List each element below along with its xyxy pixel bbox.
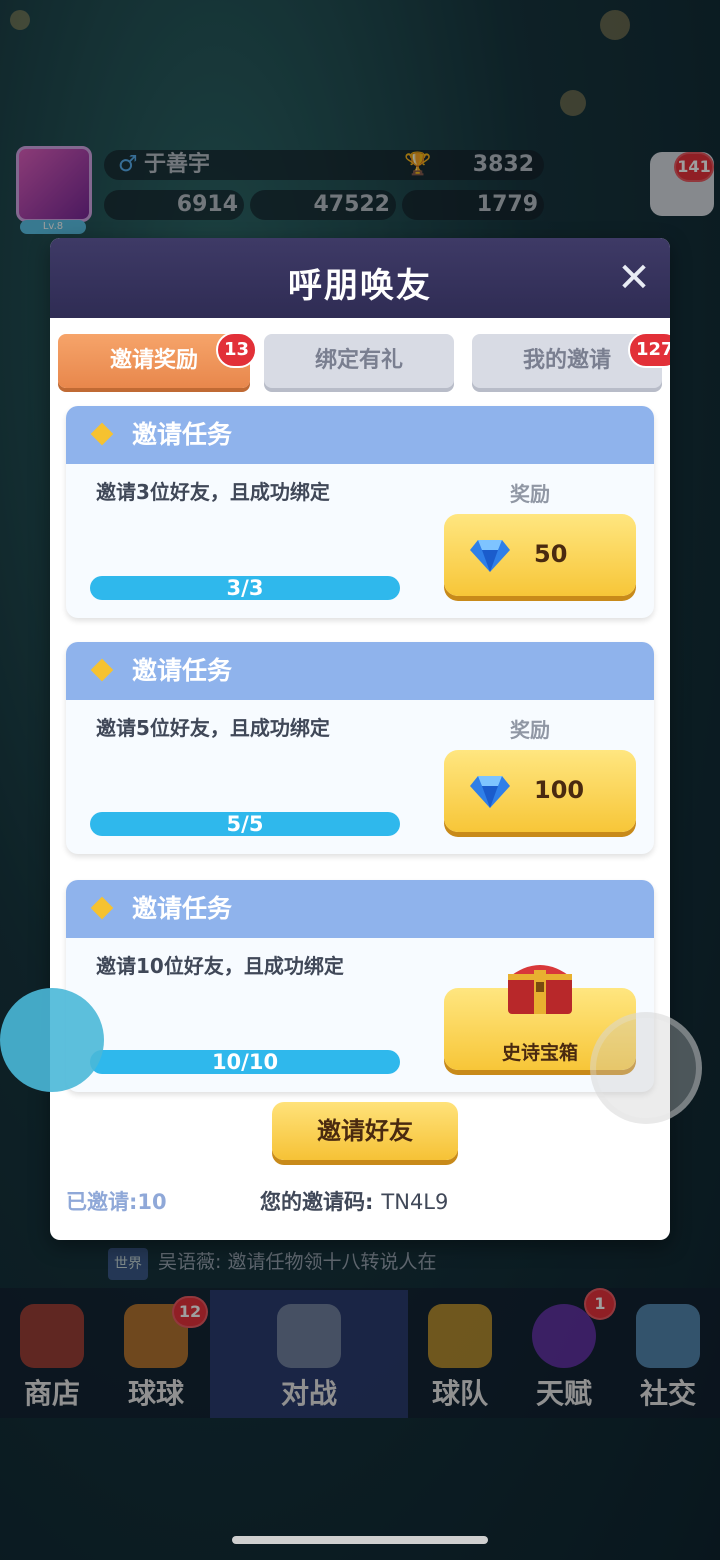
reward-label: 奖励 xyxy=(510,482,550,506)
task-description: 邀请5位好友，且成功绑定 xyxy=(96,716,330,740)
invite-code-value[interactable]: TN4L9 xyxy=(381,1190,448,1214)
task-title: 邀请任务 xyxy=(132,656,233,685)
task-progress-text: 10/10 xyxy=(211,1050,279,1074)
task-progress-bar: 5/5 xyxy=(90,812,400,836)
task-description: 邀请10位好友，且成功绑定 xyxy=(96,954,344,978)
fish-floating-button[interactable] xyxy=(0,988,104,1092)
gem-icon xyxy=(470,540,510,572)
task-header: 邀请任务 xyxy=(66,880,654,938)
dialog-title: 呼朋唤友 xyxy=(288,266,432,306)
chest-icon xyxy=(508,965,572,1014)
tab-bind-gift[interactable]: 绑定有礼 xyxy=(264,334,454,388)
reward-amount: 50 xyxy=(534,540,568,568)
tab-my-invites-badge: 127 xyxy=(628,332,670,368)
invite-friends-button[interactable]: 邀请好友 xyxy=(272,1102,458,1160)
task-progress-text: 5/5 xyxy=(226,812,264,836)
invite-code-label: 您的邀请码: xyxy=(260,1190,374,1214)
task-title: 邀请任务 xyxy=(132,420,233,449)
task-description: 邀请3位好友，且成功绑定 xyxy=(96,480,330,504)
invite-friends-dialog: 呼朋唤友 ✕ 邀请奖励 13 绑定有礼 我的邀请 127 邀请任务 邀请3位好友… xyxy=(50,238,670,1240)
diamond-bullet-icon xyxy=(90,896,114,920)
assistive-touch-button[interactable] xyxy=(590,1012,702,1124)
diamond-bullet-icon xyxy=(90,422,114,446)
reward-label: 奖励 xyxy=(510,718,550,742)
close-icon[interactable]: ✕ xyxy=(614,258,654,298)
invite-code-row: 您的邀请码: TN4L9 xyxy=(260,1186,448,1216)
claim-reward-button[interactable]: 50 xyxy=(444,514,636,596)
claim-reward-button[interactable]: 100 xyxy=(444,750,636,832)
task-header: 邀请任务 xyxy=(66,406,654,464)
reward-amount: 100 xyxy=(534,776,585,804)
task-progress-text: 3/3 xyxy=(226,576,264,600)
task-progress-bar: 3/3 xyxy=(90,576,400,600)
invite-task-card: 邀请任务 邀请5位好友，且成功绑定 奖励 5/5 100 xyxy=(66,642,654,854)
task-header: 邀请任务 xyxy=(66,642,654,700)
tab-invite-rewards-badge: 13 xyxy=(216,332,258,368)
invite-task-card: 邀请任务 邀请10位好友，且成功绑定 10/10 史诗宝箱 xyxy=(66,880,654,1092)
invite-task-card: 邀请任务 邀请3位好友，且成功绑定 奖励 3/3 50 xyxy=(66,406,654,618)
task-title: 邀请任务 xyxy=(132,894,233,923)
task-progress-bar: 10/10 xyxy=(90,1050,400,1074)
home-indicator[interactable] xyxy=(232,1536,488,1544)
diamond-bullet-icon xyxy=(90,658,114,682)
gem-icon xyxy=(470,776,510,808)
invited-count: 已邀请:10 xyxy=(66,1190,167,1214)
